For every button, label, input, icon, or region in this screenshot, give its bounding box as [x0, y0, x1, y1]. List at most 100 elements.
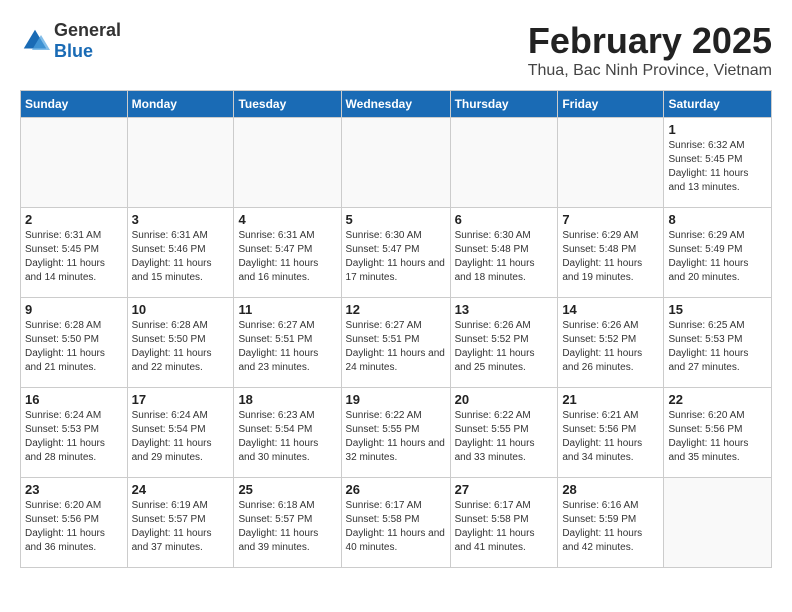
day-number: 16 — [25, 392, 123, 407]
logo-blue: Blue — [54, 41, 93, 61]
day-info: Sunrise: 6:22 AM Sunset: 5:55 PM Dayligh… — [346, 409, 446, 465]
day-number: 13 — [455, 302, 554, 317]
calendar-cell: 24 Sunrise: 6:19 AM Sunset: 5:57 PM Dayli… — [127, 478, 234, 568]
calendar-header-friday: Friday — [558, 91, 664, 118]
day-number: 12 — [346, 302, 446, 317]
calendar-cell: 22 Sunrise: 6:20 AM Sunset: 5:56 PM Dayli… — [664, 388, 772, 478]
day-info: Sunrise: 6:19 AM Sunset: 5:57 PM Dayligh… — [132, 499, 230, 555]
day-info: Sunrise: 6:28 AM Sunset: 5:50 PM Dayligh… — [25, 319, 123, 375]
day-number: 9 — [25, 302, 123, 317]
day-info: Sunrise: 6:18 AM Sunset: 5:57 PM Dayligh… — [238, 499, 336, 555]
week-row-3: 16 Sunrise: 6:24 AM Sunset: 5:53 PM Dayli… — [21, 388, 772, 478]
day-number: 11 — [238, 302, 336, 317]
day-info: Sunrise: 6:20 AM Sunset: 5:56 PM Dayligh… — [25, 499, 123, 555]
calendar-cell — [234, 118, 341, 208]
calendar-table: SundayMondayTuesdayWednesdayThursdayFrid… — [20, 90, 772, 568]
day-number: 22 — [668, 392, 767, 407]
calendar-cell: 23Sunrise: 6:20 AM Sunset: 5:56 PM Dayli… — [21, 478, 128, 568]
calendar-cell: 3Sunrise: 6:31 AM Sunset: 5:46 PM Daylig… — [127, 208, 234, 298]
calendar-cell: 7 Sunrise: 6:29 AM Sunset: 5:48 PM Daylig… — [558, 208, 664, 298]
calendar-cell: 15 Sunrise: 6:25 AM Sunset: 5:53 PM Dayli… — [664, 298, 772, 388]
day-info: Sunrise: 6:26 AM Sunset: 5:52 PM Dayligh… — [562, 319, 659, 375]
day-info: Sunrise: 6:26 AM Sunset: 5:52 PM Dayligh… — [455, 319, 554, 375]
day-info: Sunrise: 6:20 AM Sunset: 5:56 PM Dayligh… — [668, 409, 767, 465]
calendar-body: 1Sunrise: 6:32 AM Sunset: 5:45 PM Daylig… — [21, 118, 772, 568]
day-info: Sunrise: 6:27 AM Sunset: 5:51 PM Dayligh… — [238, 319, 336, 375]
calendar-cell: 4 Sunrise: 6:31 AM Sunset: 5:47 PM Daylig… — [234, 208, 341, 298]
day-number: 6 — [455, 212, 554, 227]
day-info: Sunrise: 6:27 AM Sunset: 5:51 PM Dayligh… — [346, 319, 446, 375]
calendar-header-tuesday: Tuesday — [234, 91, 341, 118]
calendar-header-row: SundayMondayTuesdayWednesdayThursdayFrid… — [21, 91, 772, 118]
calendar-cell: 20Sunrise: 6:22 AM Sunset: 5:55 PM Dayli… — [450, 388, 558, 478]
day-info: Sunrise: 6:30 AM Sunset: 5:47 PM Dayligh… — [346, 229, 446, 285]
calendar-cell: 16 Sunrise: 6:24 AM Sunset: 5:53 PM Dayli… — [21, 388, 128, 478]
calendar-cell: 5Sunrise: 6:30 AM Sunset: 5:47 PM Daylig… — [341, 208, 450, 298]
day-info: Sunrise: 6:31 AM Sunset: 5:47 PM Dayligh… — [238, 229, 336, 285]
calendar-cell: 1Sunrise: 6:32 AM Sunset: 5:45 PM Daylig… — [664, 118, 772, 208]
day-info: Sunrise: 6:32 AM Sunset: 5:45 PM Dayligh… — [668, 139, 767, 195]
day-info: Sunrise: 6:31 AM Sunset: 5:45 PM Dayligh… — [25, 229, 123, 285]
day-number: 20 — [455, 392, 554, 407]
calendar-cell — [21, 118, 128, 208]
day-number: 28 — [562, 482, 659, 497]
calendar-cell: 27 Sunrise: 6:17 AM Sunset: 5:58 PM Dayli… — [450, 478, 558, 568]
calendar-header-monday: Monday — [127, 91, 234, 118]
day-number: 4 — [238, 212, 336, 227]
week-row-4: 23Sunrise: 6:20 AM Sunset: 5:56 PM Dayli… — [21, 478, 772, 568]
calendar-cell: 12 Sunrise: 6:27 AM Sunset: 5:51 PM Dayli… — [341, 298, 450, 388]
calendar-header-thursday: Thursday — [450, 91, 558, 118]
calendar-cell — [341, 118, 450, 208]
day-info: Sunrise: 6:25 AM Sunset: 5:53 PM Dayligh… — [668, 319, 767, 375]
day-number: 8 — [668, 212, 767, 227]
day-number: 18 — [238, 392, 336, 407]
calendar-cell: 14 Sunrise: 6:26 AM Sunset: 5:52 PM Dayli… — [558, 298, 664, 388]
calendar-cell: 8 Sunrise: 6:29 AM Sunset: 5:49 PM Daylig… — [664, 208, 772, 298]
calendar-header-saturday: Saturday — [664, 91, 772, 118]
calendar-cell: 26Sunrise: 6:17 AM Sunset: 5:58 PM Dayli… — [341, 478, 450, 568]
month-title: February 2025 — [528, 20, 772, 62]
day-info: Sunrise: 6:29 AM Sunset: 5:49 PM Dayligh… — [668, 229, 767, 285]
day-info: Sunrise: 6:24 AM Sunset: 5:53 PM Dayligh… — [25, 409, 123, 465]
calendar-cell — [558, 118, 664, 208]
day-number: 24 — [132, 482, 230, 497]
calendar-cell: 6 Sunrise: 6:30 AM Sunset: 5:48 PM Daylig… — [450, 208, 558, 298]
calendar-cell: 19 Sunrise: 6:22 AM Sunset: 5:55 PM Dayli… — [341, 388, 450, 478]
calendar-cell: 2 Sunrise: 6:31 AM Sunset: 5:45 PM Daylig… — [21, 208, 128, 298]
calendar-cell — [450, 118, 558, 208]
calendar-header-sunday: Sunday — [21, 91, 128, 118]
calendar-cell: 10 Sunrise: 6:28 AM Sunset: 5:50 PM Dayli… — [127, 298, 234, 388]
week-row-2: 9 Sunrise: 6:28 AM Sunset: 5:50 PM Daylig… — [21, 298, 772, 388]
calendar-cell — [664, 478, 772, 568]
day-number: 10 — [132, 302, 230, 317]
day-info: Sunrise: 6:17 AM Sunset: 5:58 PM Dayligh… — [455, 499, 554, 555]
calendar-cell: 18 Sunrise: 6:23 AM Sunset: 5:54 PM Dayli… — [234, 388, 341, 478]
calendar-cell: 25Sunrise: 6:18 AM Sunset: 5:57 PM Dayli… — [234, 478, 341, 568]
page-header: General Blue February 2025 Thua, Bac Nin… — [20, 20, 772, 80]
week-row-1: 2 Sunrise: 6:31 AM Sunset: 5:45 PM Daylig… — [21, 208, 772, 298]
day-info: Sunrise: 6:17 AM Sunset: 5:58 PM Dayligh… — [346, 499, 446, 555]
day-info: Sunrise: 6:30 AM Sunset: 5:48 PM Dayligh… — [455, 229, 554, 285]
logo-icon — [20, 26, 50, 56]
day-number: 2 — [25, 212, 123, 227]
day-info: Sunrise: 6:29 AM Sunset: 5:48 PM Dayligh… — [562, 229, 659, 285]
week-row-0: 1Sunrise: 6:32 AM Sunset: 5:45 PM Daylig… — [21, 118, 772, 208]
day-number: 19 — [346, 392, 446, 407]
day-info: Sunrise: 6:28 AM Sunset: 5:50 PM Dayligh… — [132, 319, 230, 375]
day-number: 7 — [562, 212, 659, 227]
day-number: 27 — [455, 482, 554, 497]
day-number: 21 — [562, 392, 659, 407]
day-info: Sunrise: 6:21 AM Sunset: 5:56 PM Dayligh… — [562, 409, 659, 465]
calendar-cell: 13 Sunrise: 6:26 AM Sunset: 5:52 PM Dayli… — [450, 298, 558, 388]
calendar-header-wednesday: Wednesday — [341, 91, 450, 118]
calendar-cell: 11 Sunrise: 6:27 AM Sunset: 5:51 PM Dayli… — [234, 298, 341, 388]
calendar-cell: 21 Sunrise: 6:21 AM Sunset: 5:56 PM Dayli… — [558, 388, 664, 478]
day-number: 14 — [562, 302, 659, 317]
day-info: Sunrise: 6:24 AM Sunset: 5:54 PM Dayligh… — [132, 409, 230, 465]
calendar-cell: 17Sunrise: 6:24 AM Sunset: 5:54 PM Dayli… — [127, 388, 234, 478]
calendar-cell: 9 Sunrise: 6:28 AM Sunset: 5:50 PM Daylig… — [21, 298, 128, 388]
day-number: 15 — [668, 302, 767, 317]
logo: General Blue — [20, 20, 121, 62]
title-area: February 2025 Thua, Bac Ninh Province, V… — [528, 20, 772, 80]
day-info: Sunrise: 6:23 AM Sunset: 5:54 PM Dayligh… — [238, 409, 336, 465]
